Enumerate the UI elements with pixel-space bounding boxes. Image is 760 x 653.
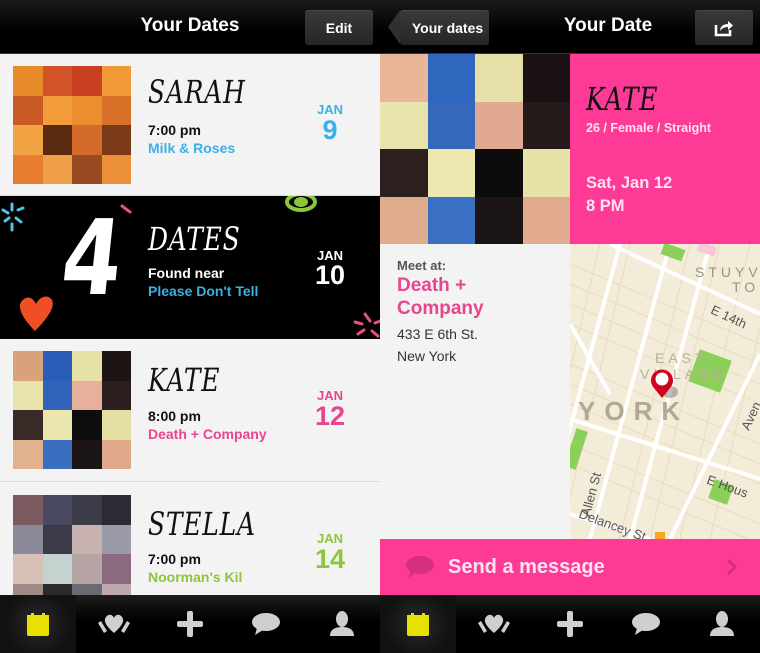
hearts-icon xyxy=(98,614,130,633)
share-button[interactable] xyxy=(695,10,753,45)
map-label: EAST xyxy=(655,350,708,366)
date-venue: Milk & Roses xyxy=(148,140,236,156)
date-time: 7:00 pm xyxy=(148,551,201,567)
date-time: 7:00 pm xyxy=(148,122,201,138)
date-venue: Death + Company xyxy=(148,426,267,442)
chevron-right-icon xyxy=(726,558,738,576)
calendar-icon xyxy=(407,613,429,636)
dates-found-banner[interactable]: 4 DATES Found near Please Don't Tell JAN… xyxy=(0,196,380,339)
meet-venue-line1: Death + xyxy=(397,275,467,296)
chat-icon xyxy=(632,613,660,635)
your-date-screen: Your dates Your Date KATE 26 / Female / … xyxy=(380,0,760,653)
hearts-icon xyxy=(478,614,510,633)
date-day: 12 xyxy=(314,401,346,431)
map-pin-icon[interactable] xyxy=(648,366,682,404)
date-name: KATE xyxy=(148,361,221,399)
avatar-photo-mosaic xyxy=(13,351,131,469)
edit-button[interactable]: Edit xyxy=(305,10,373,45)
date-row-stella[interactable]: STELLA 7:00 pm Noorman's Kil JAN 14 xyxy=(0,482,380,613)
tab-add[interactable] xyxy=(532,595,608,653)
profile-photo-mosaic xyxy=(380,54,570,244)
profile-details: 26 / Female / Straight xyxy=(586,121,712,135)
date-time-label: 8 PM xyxy=(586,197,625,215)
date-name: SARAH xyxy=(148,73,246,111)
date-name: STELLA xyxy=(148,505,256,543)
tab-matches[interactable] xyxy=(76,595,152,653)
dates-label: DATES xyxy=(148,220,241,258)
tab-profile[interactable] xyxy=(304,595,380,653)
date-day: 14 xyxy=(314,544,346,574)
plus-icon xyxy=(557,611,583,637)
date-row-kate[interactable]: KATE 8:00 pm Death + Company JAN 12 xyxy=(0,339,380,482)
tab-messages[interactable] xyxy=(608,595,684,653)
profile-icon xyxy=(330,611,354,636)
tab-matches[interactable] xyxy=(456,595,532,653)
tab-profile[interactable] xyxy=(684,595,760,653)
meeting-location-panel: Meet at: Death + Company 433 E 6th St. N… xyxy=(380,244,570,539)
profile-info-panel: KATE 26 / Female / Straight Sat, Jan 12 … xyxy=(570,54,760,244)
location-map[interactable]: STUYV TO E 14th EAST VILLAGE YORK Aven A… xyxy=(570,244,760,539)
date-time: 8:00 pm xyxy=(148,408,201,424)
profile-name: KATE xyxy=(586,80,659,118)
found-near-place: Please Don't Tell xyxy=(148,283,259,299)
dates-count: 4 xyxy=(56,197,129,319)
send-message-button[interactable]: Send a message xyxy=(380,539,760,595)
date-day: 9 xyxy=(322,115,338,145)
date-venue: Noorman's Kil xyxy=(148,569,243,585)
tab-bar xyxy=(380,595,760,653)
chat-icon xyxy=(252,613,280,635)
tab-bar xyxy=(0,595,380,653)
tab-add[interactable] xyxy=(152,595,228,653)
map-label: STUYV xyxy=(695,264,760,280)
meet-venue[interactable]: Death + Company xyxy=(397,274,484,320)
meet-city: New York xyxy=(397,348,457,364)
nav-bar: Your dates Your Date xyxy=(380,0,760,54)
calendar-icon xyxy=(27,613,49,636)
tab-dates[interactable] xyxy=(0,595,76,653)
meet-at-label: Meet at: xyxy=(397,258,447,273)
send-message-label: Send a message xyxy=(448,555,605,578)
plus-icon xyxy=(177,611,203,637)
date-row-sarah[interactable]: SARAH 7:00 pm Milk & Roses JAN 9 xyxy=(0,55,380,196)
map-label: TO xyxy=(732,279,760,295)
profile-icon xyxy=(710,611,734,636)
promo-day: 10 xyxy=(314,260,346,290)
meet-venue-line2: Company xyxy=(397,298,484,319)
chat-bubble-icon xyxy=(406,556,434,578)
nav-bar: Your Dates Edit xyxy=(0,0,380,54)
meet-address: 433 E 6th St. xyxy=(397,326,478,342)
share-icon xyxy=(714,20,733,36)
date-day-label: Sat, Jan 12 xyxy=(586,174,673,192)
tab-messages[interactable] xyxy=(228,595,304,653)
found-near-label: Found near xyxy=(148,265,225,281)
your-dates-screen: Your Dates Edit SARAH 7:00 pm Milk & Ros… xyxy=(0,0,380,653)
tab-dates[interactable] xyxy=(380,595,456,653)
avatar-photo-mosaic xyxy=(13,66,131,184)
